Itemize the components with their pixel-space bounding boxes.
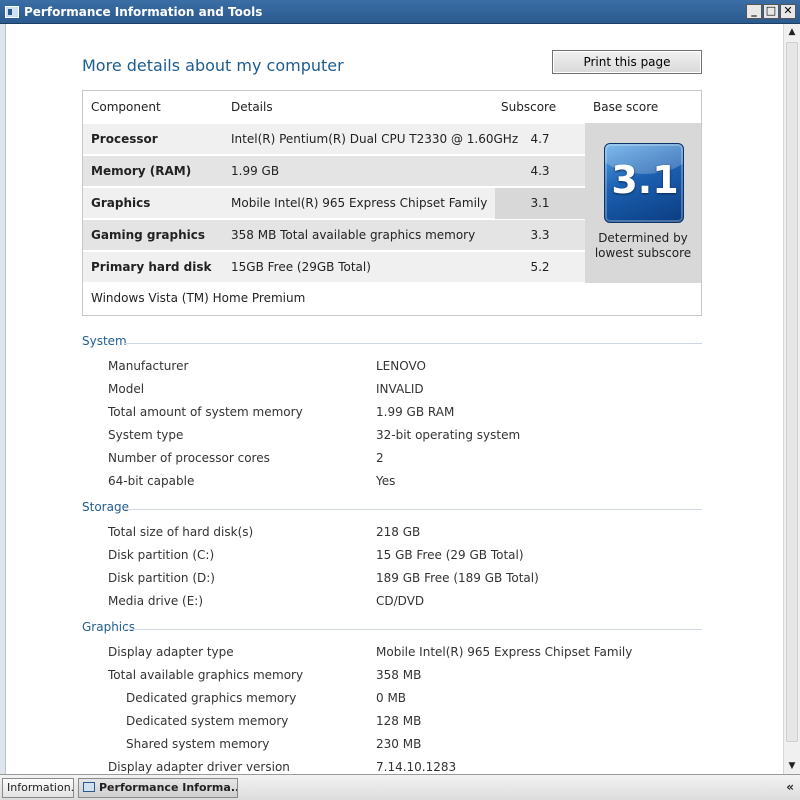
- component-details: 358 MB Total available graphics memory: [231, 228, 476, 242]
- table-row: Memory (RAM) 1.99 GB 4.3: [83, 155, 585, 186]
- window-title: Performance Information and Tools: [24, 4, 263, 19]
- table-row: Gaming graphics 358 MB Total available g…: [83, 219, 585, 250]
- taskbar-item-label: Information...: [7, 781, 74, 794]
- property-value: 32-bit operating system: [376, 428, 521, 442]
- property-value: INVALID: [376, 382, 424, 396]
- property-value: CD/DVD: [376, 594, 425, 608]
- property-label: Dedicated system memory: [126, 714, 289, 728]
- property-value: LENOVO: [376, 359, 426, 373]
- header-component: Component: [91, 100, 161, 114]
- component-name: Gaming graphics: [91, 228, 205, 242]
- property-value: 1.99 GB RAM: [376, 405, 455, 419]
- component-details: Mobile Intel(R) 965 Express Chipset Fami…: [231, 196, 488, 210]
- taskbar: Information... Performance Informa... «: [0, 774, 800, 800]
- section-title-storage: Storage: [82, 500, 129, 514]
- base-score-caption: Determined by lowest subscore: [594, 231, 692, 260]
- table-row: Graphics Mobile Intel(R) 965 Express Chi…: [83, 187, 585, 219]
- property-label: 64-bit capable: [108, 474, 195, 488]
- property-value: 0 MB: [376, 691, 407, 705]
- close-button[interactable]: ✕: [780, 4, 796, 19]
- table-row: Primary hard disk 15GB Free (29GB Total)…: [83, 251, 585, 282]
- base-score-badge: 3.1: [604, 143, 684, 223]
- table-row: Processor Intel(R) Pentium(R) Dual CPU T…: [83, 123, 585, 154]
- property-value: 7.14.10.1283: [376, 760, 457, 774]
- property-label: System type: [108, 428, 184, 442]
- section-divider: [124, 509, 702, 510]
- property-value: 189 GB Free (189 GB Total): [376, 571, 539, 585]
- property-label: Total amount of system memory: [108, 405, 303, 419]
- property-value: Yes: [376, 474, 396, 488]
- minimize-button[interactable]: _: [746, 4, 762, 19]
- property-label: Shared system memory: [126, 737, 270, 751]
- component-subscore: 4.7: [530, 132, 550, 146]
- vertical-scrollbar[interactable]: ▲ ▼: [783, 24, 800, 774]
- content-area: More details about my computer Print thi…: [6, 24, 783, 774]
- section-divider: [124, 629, 702, 630]
- component-name: Graphics: [91, 196, 151, 210]
- property-label: Total size of hard disk(s): [108, 525, 254, 539]
- property-label: Manufacturer: [108, 359, 189, 373]
- page-title: More details about my computer: [82, 56, 344, 75]
- taskbar-item-label: Performance Informa...: [99, 781, 238, 794]
- taskbar-item-performance[interactable]: Performance Informa...: [78, 778, 238, 798]
- base-score-panel: 3.1 Determined by lowest subscore: [585, 123, 701, 283]
- property-label: Display adapter driver version: [108, 760, 290, 774]
- component-subscore: 3.3: [530, 228, 550, 242]
- scroll-down-arrow-icon[interactable]: ▼: [784, 758, 800, 774]
- property-value: 15 GB Free (29 GB Total): [376, 548, 524, 562]
- section-title-system: System: [82, 334, 127, 348]
- component-details: 1.99 GB: [231, 164, 280, 178]
- header-base-score: Base score: [593, 100, 659, 114]
- property-label: Disk partition (D:): [108, 571, 215, 585]
- property-value: 128 MB: [376, 714, 422, 728]
- window-controls: _ □ ✕: [746, 4, 796, 19]
- property-label: Dedicated graphics memory: [126, 691, 297, 705]
- property-value: 2: [376, 451, 384, 465]
- section-title-graphics: Graphics: [82, 620, 135, 634]
- component-name: Memory (RAM): [91, 164, 192, 178]
- component-name: Processor: [91, 132, 158, 146]
- property-label: Disk partition (C:): [108, 548, 215, 562]
- header-subscore: Subscore: [501, 100, 557, 114]
- property-label: Model: [108, 382, 145, 396]
- score-table-header: Component Details Subscore Base score: [83, 91, 701, 123]
- print-page-button[interactable]: Print this page: [552, 50, 702, 74]
- property-label: Display adapter type: [108, 645, 234, 659]
- property-label: Media drive (E:): [108, 594, 204, 608]
- scroll-thumb[interactable]: [786, 42, 798, 742]
- component-subscore: 3.1: [495, 188, 585, 219]
- section-divider: [124, 343, 702, 344]
- component-subscore: 5.2: [530, 260, 550, 274]
- window-app-icon: [5, 5, 19, 18]
- os-edition: Windows Vista (TM) Home Premium: [91, 291, 306, 305]
- window-titlebar[interactable]: Performance Information and Tools _ □ ✕: [0, 0, 800, 24]
- property-value: 230 MB: [376, 737, 422, 751]
- property-label: Number of processor cores: [108, 451, 270, 465]
- base-score-value: 3.1: [611, 158, 679, 202]
- component-name: Primary hard disk: [91, 260, 212, 274]
- component-details: 15GB Free (29GB Total): [231, 260, 371, 274]
- component-details: Intel(R) Pentium(R) Dual CPU T2330 @ 1.6…: [231, 132, 519, 146]
- taskbar-item-information[interactable]: Information...: [2, 778, 74, 798]
- scroll-up-arrow-icon[interactable]: ▲: [784, 24, 800, 40]
- component-subscore: 4.3: [530, 164, 550, 178]
- tray-expand-icon[interactable]: «: [786, 780, 794, 794]
- property-label: Total available graphics memory: [108, 668, 304, 682]
- property-value: 218 GB: [376, 525, 421, 539]
- property-value: Mobile Intel(R) 965 Express Chipset Fami…: [376, 645, 633, 659]
- score-table: Component Details Subscore Base score Pr…: [82, 90, 702, 316]
- window-app-icon: [83, 782, 95, 792]
- property-value: 358 MB: [376, 668, 422, 682]
- header-details: Details: [231, 100, 273, 114]
- maximize-button[interactable]: □: [763, 4, 779, 19]
